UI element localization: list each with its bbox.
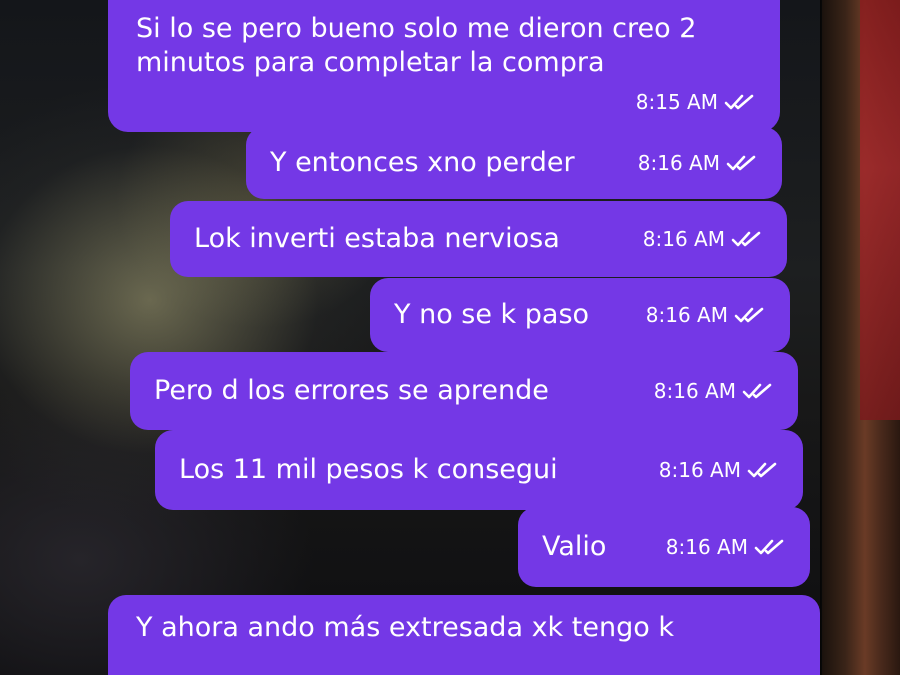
message-bubble[interactable]: Y ahora ando más extresada xk tengo k: [108, 595, 820, 675]
message-text: Valio: [542, 531, 607, 562]
double-check-icon: [754, 539, 784, 555]
message-bubble[interactable]: Lok inverti estaba nerviosa 8:16 AM: [170, 201, 787, 277]
message-bubble[interactable]: Pero d los errores se aprende 8:16 AM: [130, 352, 798, 430]
double-check-icon: [724, 94, 754, 110]
message-text: Los 11 mil pesos k consegui: [179, 454, 558, 485]
message-bubble[interactable]: Los 11 mil pesos k consegui 8:16 AM: [155, 430, 803, 510]
double-check-icon: [742, 383, 772, 399]
background-object: [860, 0, 900, 420]
message-meta: 8:16 AM: [666, 535, 788, 559]
double-check-icon: [731, 231, 761, 247]
message-bubble[interactable]: Y no se k paso 8:16 AM: [370, 278, 790, 352]
message-text: Y no se k paso: [394, 299, 590, 330]
message-time: 8:16 AM: [665, 535, 748, 559]
message-text: Y ahora ando más extresada xk tengo k: [136, 612, 674, 643]
message-time: 8:16 AM: [645, 303, 728, 327]
message-time: 8:16 AM: [637, 151, 720, 175]
message-meta: 8:16 AM: [643, 227, 765, 251]
message-bubble[interactable]: Y entonces xno perder 8:16 AM: [246, 127, 782, 199]
message-meta: 8:15 AM: [636, 90, 758, 114]
message-meta: 8:16 AM: [646, 303, 768, 327]
message-meta: 8:16 AM: [654, 379, 776, 403]
message-time: 8:15 AM: [635, 90, 718, 114]
message-text: Si lo se pero bueno solo me dieron creo …: [136, 13, 697, 78]
message-meta: 8:16 AM: [659, 458, 781, 482]
message-bubble[interactable]: Si lo se pero bueno solo me dieron creo …: [108, 0, 780, 132]
message-text: Y entonces xno perder: [270, 147, 575, 178]
double-check-icon: [734, 307, 764, 323]
message-time: 8:16 AM: [658, 458, 741, 482]
double-check-icon: [726, 155, 756, 171]
double-check-icon: [747, 462, 777, 478]
message-time: 8:16 AM: [653, 379, 736, 403]
message-bubble[interactable]: Valio 8:16 AM: [518, 507, 810, 587]
message-text: Pero d los errores se aprende: [154, 375, 549, 406]
message-text: Lok inverti estaba nerviosa: [194, 223, 560, 254]
photo-scene: Si lo se pero bueno solo me dieron creo …: [0, 0, 900, 675]
message-time: 8:16 AM: [642, 227, 725, 251]
message-meta: 8:16 AM: [638, 151, 760, 175]
